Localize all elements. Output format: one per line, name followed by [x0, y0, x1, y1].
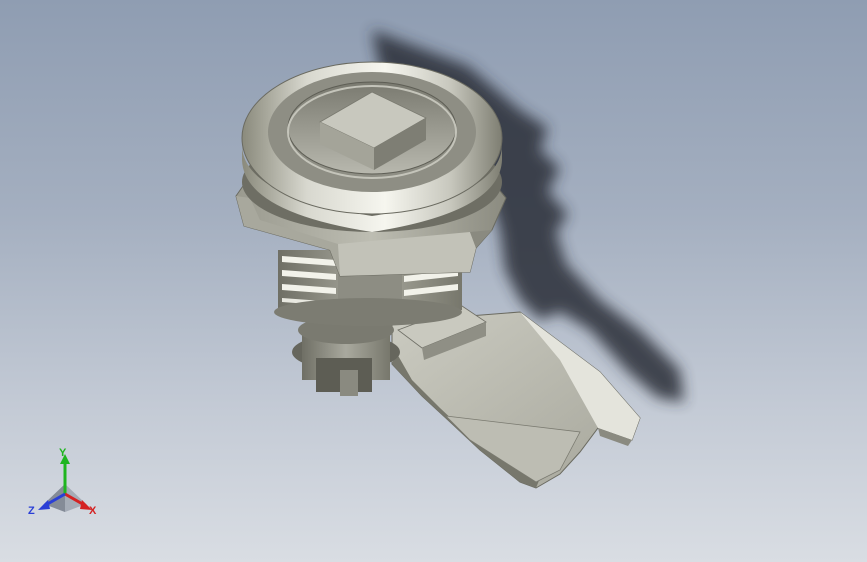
axis-x-label: X: [89, 505, 97, 517]
cad-viewport[interactable]: Y X Z: [0, 0, 867, 562]
axis-z-label: Z: [28, 505, 35, 517]
cam-lock-model[interactable]: [0, 0, 867, 562]
orientation-triad: Y X Z: [26, 448, 104, 522]
lock-shaft: [292, 316, 400, 396]
axis-y-label: Y: [59, 447, 67, 459]
